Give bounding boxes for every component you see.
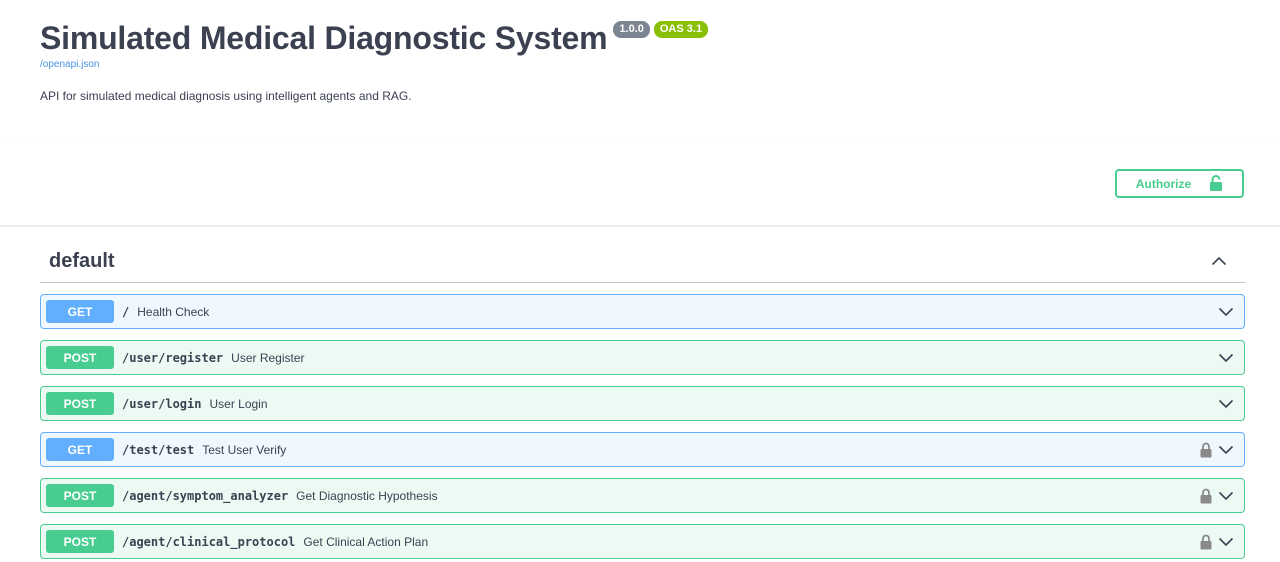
operation-controls (1218, 353, 1239, 363)
method-badge: POST (46, 530, 114, 553)
operation-summary: Get Diagnostic Hypothesis (296, 488, 438, 503)
authorize-label: Authorize (1135, 176, 1192, 191)
chevron-down-icon[interactable] (1218, 537, 1234, 547)
chevron-down-icon[interactable] (1218, 445, 1234, 455)
api-info: Simulated Medical Diagnostic System 1.0.… (40, 18, 1240, 103)
operation-get-test-test[interactable]: GET /test/test Test User Verify (40, 432, 1245, 467)
padlock-icon[interactable] (1200, 488, 1212, 504)
operation-summary: Health Check (137, 304, 210, 319)
chevron-down-icon[interactable] (1218, 353, 1234, 363)
method-badge: POST (46, 392, 114, 415)
operation-summary: Get Clinical Action Plan (303, 534, 429, 549)
operation-get-root[interactable]: GET / Health Check (40, 294, 1245, 329)
authorize-button[interactable]: Authorize (1115, 169, 1244, 198)
chevron-down-icon[interactable] (1218, 399, 1234, 409)
chevron-down-icon[interactable] (1218, 307, 1234, 317)
method-badge: POST (46, 346, 114, 369)
padlock-icon[interactable] (1200, 442, 1212, 458)
operation-post-agent-clinical-protocol[interactable]: POST /agent/clinical_protocol Get Clinic… (40, 524, 1245, 559)
operation-controls (1200, 442, 1239, 458)
method-badge: GET (46, 438, 114, 461)
operation-path: /agent/clinical_protocol (122, 534, 296, 549)
operation-controls (1200, 488, 1239, 504)
padlock-icon[interactable] (1200, 534, 1212, 550)
tag-header-default[interactable]: default (40, 240, 1245, 283)
method-badge: POST (46, 484, 114, 507)
api-description: API for simulated medical diagnosis usin… (40, 89, 412, 103)
method-badge: GET (46, 300, 114, 323)
operation-path: /user/register (122, 350, 224, 365)
operation-path: /user/login (122, 396, 202, 411)
version-badge: 1.0.0 (613, 21, 650, 38)
operation-post-user-login[interactable]: POST /user/login User Login (40, 386, 1245, 421)
operation-controls (1218, 399, 1239, 409)
tag-name: default (49, 249, 115, 272)
page-title: Simulated Medical Diagnostic System (40, 20, 608, 56)
title-row: Simulated Medical Diagnostic System 1.0.… (40, 18, 1240, 58)
chevron-down-icon[interactable] (1218, 491, 1234, 501)
operation-controls (1200, 534, 1239, 550)
tag-section-default: default GET / Health Check POST /user/re… (40, 240, 1245, 559)
operation-summary: Test User Verify (202, 442, 287, 457)
unlocked-padlock-icon (1209, 175, 1223, 192)
operation-summary: User Register (231, 350, 305, 365)
operation-post-agent-symptom-analyzer[interactable]: POST /agent/symptom_analyzer Get Diagnos… (40, 478, 1245, 513)
operation-path: /agent/symptom_analyzer (122, 488, 289, 503)
oas-badge: OAS 3.1 (653, 21, 709, 38)
operation-post-user-register[interactable]: POST /user/register User Register (40, 340, 1245, 375)
openapi-json-link[interactable]: /openapi.json (40, 59, 1240, 71)
chevron-up-icon[interactable] (1211, 256, 1227, 266)
operation-controls (1218, 307, 1239, 317)
operation-path: / (122, 304, 130, 319)
scheme-container: Authorize (0, 140, 1280, 225)
operation-summary: User Login (209, 396, 268, 411)
operation-path: /test/test (122, 442, 195, 457)
